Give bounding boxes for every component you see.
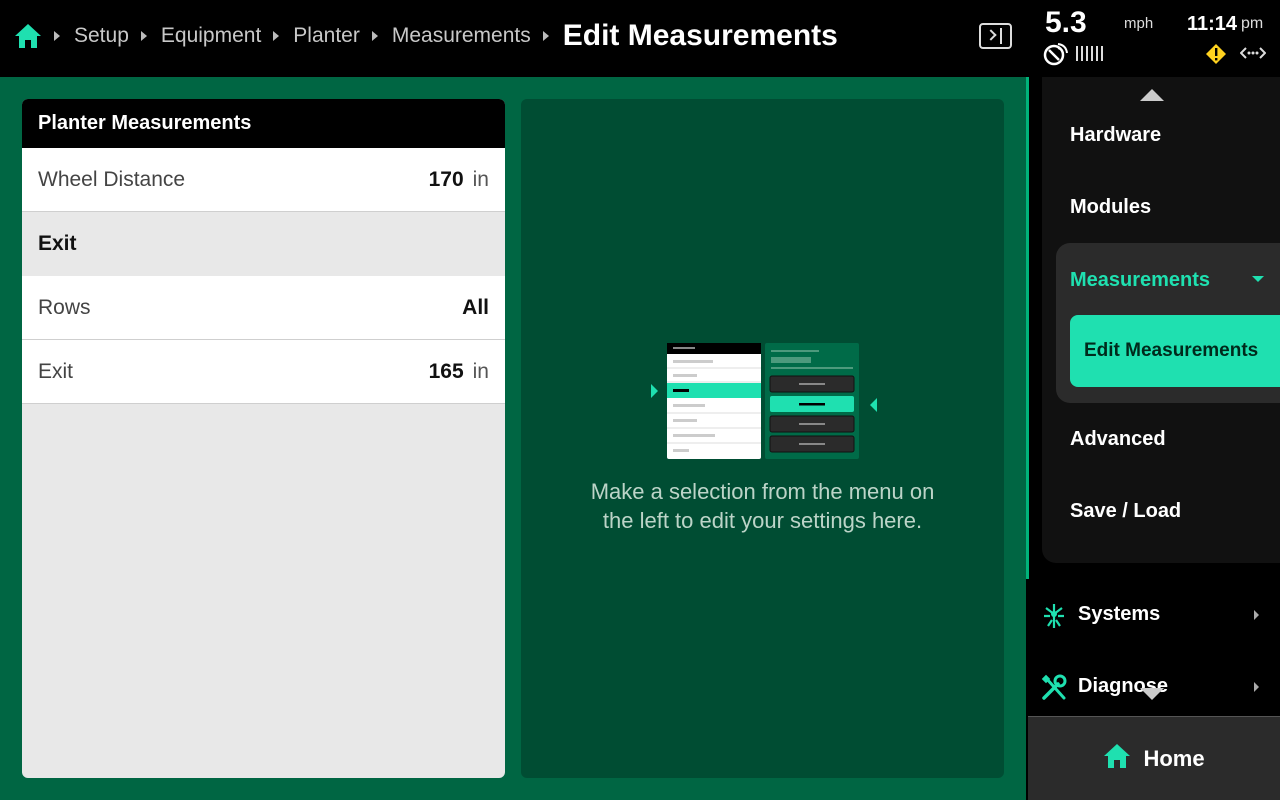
gps-satellite-icon[interactable] xyxy=(1043,42,1069,66)
chevron-right-icon xyxy=(1254,682,1259,692)
breadcrumb-setup[interactable]: Setup xyxy=(74,24,129,48)
scroll-down-icon[interactable] xyxy=(1140,688,1164,700)
scroll-up-icon[interactable] xyxy=(1140,89,1164,101)
row-value: 165 xyxy=(428,359,464,383)
signal-bars-icon xyxy=(1076,46,1103,61)
row-unit: in xyxy=(472,359,489,383)
sidebar-item-systems[interactable]: Systems xyxy=(1026,579,1280,651)
breadcrumb: Setup Equipment Planter Measurements Edi… xyxy=(14,0,838,72)
home-icon xyxy=(1103,743,1131,774)
sidebar-item-edit-measurements[interactable]: Edit Measurements xyxy=(1070,315,1280,387)
breadcrumb-separator-icon xyxy=(371,31,378,41)
sidebar-accent-stripe xyxy=(1026,77,1029,579)
wheel-distance-row[interactable]: Wheel Distance 170 in xyxy=(22,148,505,212)
row-unit: in xyxy=(472,167,489,191)
warning-icon[interactable] xyxy=(1205,43,1227,65)
row-label: Rows xyxy=(38,295,91,319)
breadcrumb-planter[interactable]: Planter xyxy=(293,24,360,48)
sidebar-item-save-load[interactable]: Save / Load xyxy=(1070,500,1181,523)
row-value: 170 xyxy=(428,167,464,191)
row-label: Exit xyxy=(38,359,74,383)
sidebar-item-label: Systems xyxy=(1078,603,1161,625)
row-value: All xyxy=(462,295,489,319)
chevron-right-icon xyxy=(1254,610,1259,620)
sidebar-item-modules[interactable]: Modules xyxy=(1070,196,1151,219)
page-title: Edit Measurements xyxy=(562,19,838,52)
home-icon[interactable] xyxy=(14,23,42,49)
placeholder-line-1: Make a selection from the menu on xyxy=(590,479,935,504)
speed-unit: mph xyxy=(1124,15,1154,32)
menu-selection-illustration xyxy=(649,343,879,461)
placeholder-line-2: the left to edit your settings here. xyxy=(602,508,923,533)
sidebar-item-measurements[interactable]: Measurements xyxy=(1070,269,1210,292)
placeholder-message: Make a selection from the menu on the le… xyxy=(561,477,964,535)
detail-placeholder-panel: Make a selection from the menu on the le… xyxy=(521,99,1004,778)
planter-measurements-card: Planter Measurements Wheel Distance 170 … xyxy=(22,99,505,778)
tools-icon xyxy=(1040,674,1068,702)
panel-toggle-icon[interactable] xyxy=(979,23,1012,49)
connection-icon[interactable] xyxy=(1239,44,1267,62)
sidebar-item-hardware[interactable]: Hardware xyxy=(1070,124,1161,147)
status-area: 5.3 mph 11:14 pm xyxy=(1030,0,1280,77)
sidebar-group-measurements: Measurements Edit Measurements xyxy=(1056,243,1280,403)
caret-down-icon[interactable] xyxy=(1252,276,1264,282)
breadcrumb-equipment[interactable]: Equipment xyxy=(161,24,261,48)
home-button[interactable]: Home xyxy=(1028,716,1280,800)
sidebar-item-diagnose[interactable]: Diagnose xyxy=(1026,651,1280,723)
chevron-right-icon xyxy=(985,29,997,41)
breadcrumb-separator-icon xyxy=(140,31,147,41)
home-label: Home xyxy=(1143,745,1205,771)
planter-icon xyxy=(1040,602,1068,630)
top-bar: Setup Equipment Planter Measurements Edi… xyxy=(0,0,1280,77)
breadcrumb-measurements[interactable]: Measurements xyxy=(392,24,531,48)
breadcrumb-separator-icon xyxy=(273,31,280,41)
card-title: Planter Measurements xyxy=(22,99,505,148)
clock-ampm: pm xyxy=(1241,15,1264,32)
sidebar-item-advanced[interactable]: Advanced xyxy=(1070,428,1166,451)
row-label: Wheel Distance xyxy=(38,167,186,191)
rows-row[interactable]: Rows All xyxy=(22,276,505,340)
breadcrumb-separator-icon xyxy=(542,31,549,41)
exit-section-header: Exit xyxy=(22,212,505,276)
speed-value: 5.3 xyxy=(1045,6,1087,39)
exit-row[interactable]: Exit 165 in xyxy=(22,340,505,404)
clock-time: 11:14 xyxy=(1187,13,1238,35)
panel-divider xyxy=(1000,28,1002,44)
breadcrumb-separator-icon xyxy=(54,31,60,41)
